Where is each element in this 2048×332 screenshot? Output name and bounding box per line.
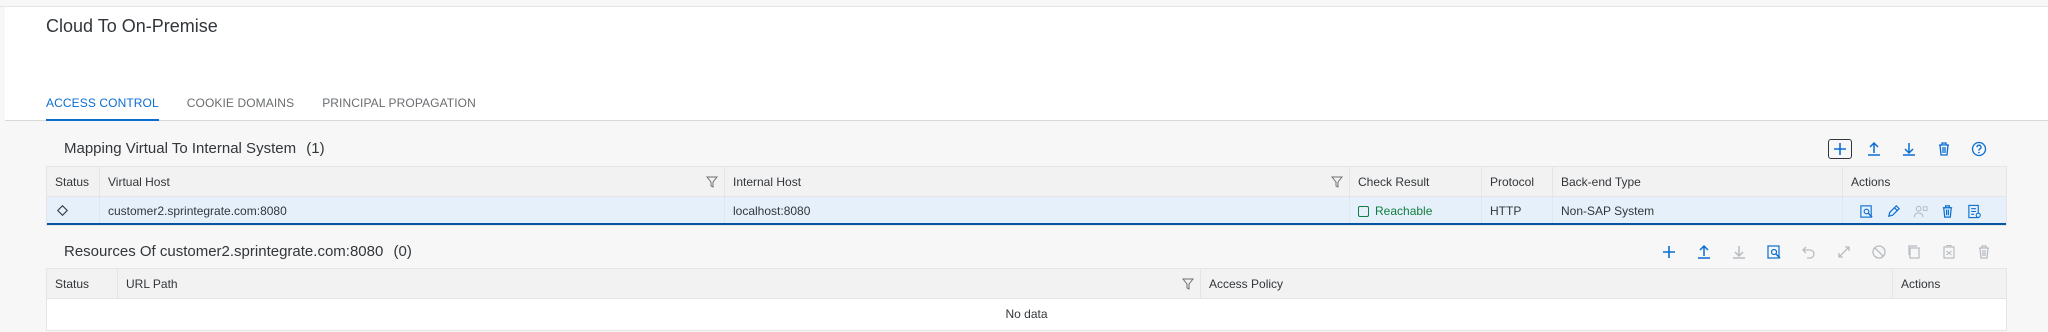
col-internal-host[interactable]: Internal Host bbox=[725, 167, 1350, 196]
edit-button[interactable] bbox=[1884, 202, 1902, 220]
row-status bbox=[47, 197, 100, 223]
mapping-toolbar bbox=[1819, 138, 1992, 160]
delete-icon bbox=[1979, 245, 1989, 259]
mapping-table: Status Virtual Host Internal Host Check … bbox=[46, 166, 2007, 226]
diamond-icon bbox=[57, 205, 68, 216]
page-title: Cloud To On-Premise bbox=[46, 16, 218, 36]
edit-icon bbox=[1887, 204, 1900, 217]
row-check-result: Reachable bbox=[1350, 197, 1482, 223]
col-url-path[interactable]: URL Path bbox=[118, 269, 1201, 298]
expand-icon bbox=[1838, 246, 1850, 258]
help-icon bbox=[1971, 141, 1987, 157]
col-internal-host-label: Internal Host bbox=[733, 175, 802, 189]
delete-row-button[interactable] bbox=[1938, 202, 1956, 220]
disable-button[interactable] bbox=[1866, 241, 1892, 263]
expand-button[interactable] bbox=[1831, 241, 1857, 263]
col-status: Status bbox=[47, 167, 100, 196]
col-virtual-host[interactable]: Virtual Host bbox=[100, 167, 725, 196]
resources-toolbar bbox=[1647, 241, 1997, 263]
export-mapping-button[interactable] bbox=[1896, 138, 1922, 160]
check-availability-button[interactable] bbox=[1857, 202, 1875, 220]
col-actions: Actions bbox=[1851, 175, 1891, 189]
col-virtual-host-label: Virtual Host bbox=[108, 175, 170, 189]
add-mapping-button[interactable] bbox=[1828, 139, 1852, 159]
paste-icon bbox=[1943, 244, 1955, 259]
tab-access-control[interactable]: ACCESS CONTROL bbox=[46, 95, 159, 121]
row-protocol: HTTP bbox=[1482, 197, 1553, 223]
details-button[interactable] bbox=[1965, 202, 1983, 220]
table-row[interactable]: customer2.sprintegrate.com:8080 localhos… bbox=[47, 197, 2006, 225]
check-resources-button[interactable] bbox=[1761, 241, 1787, 263]
add-resource-button[interactable] bbox=[1656, 241, 1682, 263]
check-result-status: Reachable bbox=[1358, 197, 1481, 223]
resources-section-title: Resources Of customer2.sprintegrate.com:… bbox=[64, 243, 412, 260]
resources-table: Status URL Path Access Policy Actions No… bbox=[46, 268, 2007, 331]
add-icon bbox=[1663, 246, 1675, 258]
undo-button[interactable] bbox=[1796, 241, 1822, 263]
principal-propagation-icon bbox=[1913, 205, 1928, 217]
mapping-title: Mapping Virtual To Internal System bbox=[64, 140, 297, 157]
check-result-text: Reachable bbox=[1375, 204, 1433, 218]
copy-icon bbox=[1908, 245, 1920, 259]
details-icon bbox=[1967, 204, 1981, 218]
resources-table-header: Status URL Path Access Policy Actions bbox=[47, 269, 2006, 299]
col-access-policy: Access Policy bbox=[1201, 269, 1893, 298]
delete-mapping-button[interactable] bbox=[1931, 138, 1957, 160]
mapping-section-title: Mapping Virtual To Internal System (1) bbox=[64, 140, 325, 157]
tab-bar: ACCESS CONTROL COOKIE DOMAINS PRINCIPAL … bbox=[46, 95, 504, 121]
filter-icon[interactable] bbox=[1182, 277, 1194, 291]
paste-button[interactable] bbox=[1936, 241, 1962, 263]
check-availability-icon bbox=[1767, 245, 1781, 259]
delete-icon bbox=[1942, 204, 1952, 218]
col-protocol: Protocol bbox=[1482, 167, 1553, 196]
export-resource-button[interactable] bbox=[1726, 241, 1752, 263]
copy-button[interactable] bbox=[1901, 241, 1927, 263]
col-check-result: Check Result bbox=[1350, 167, 1482, 196]
disable-icon bbox=[1872, 245, 1886, 259]
row-internal-host: localhost:8080 bbox=[725, 197, 1350, 223]
help-button[interactable] bbox=[1966, 138, 1992, 160]
import-mapping-button[interactable] bbox=[1861, 138, 1887, 160]
resources-title: Resources Of customer2.sprintegrate.com:… bbox=[64, 243, 384, 260]
mapping-table-header: Status Virtual Host Internal Host Check … bbox=[47, 167, 2006, 197]
delete-icon bbox=[1939, 142, 1949, 156]
no-data-message: No data bbox=[47, 299, 2006, 330]
principal-propagation-button[interactable] bbox=[1911, 202, 1929, 220]
tab-cookie-domains[interactable]: COOKIE DOMAINS bbox=[187, 95, 294, 121]
upload-icon bbox=[1868, 141, 1880, 156]
delete-resource-button[interactable] bbox=[1971, 241, 1997, 263]
page-header: Cloud To On-Premise ACCESS CONTROL COOKI… bbox=[5, 7, 2048, 121]
col-actions: Actions bbox=[1901, 277, 1941, 291]
check-availability-icon bbox=[1859, 204, 1873, 218]
download-icon bbox=[1733, 246, 1745, 259]
resources-count: (0) bbox=[393, 243, 412, 260]
mapping-count: (1) bbox=[306, 140, 325, 157]
download-icon bbox=[1903, 143, 1915, 156]
row-virtual-host: customer2.sprintegrate.com:8080 bbox=[100, 197, 725, 223]
row-backend-type: Non-SAP System bbox=[1553, 197, 1843, 223]
upload-icon bbox=[1698, 244, 1710, 259]
undo-icon bbox=[1802, 246, 1815, 259]
filter-icon[interactable] bbox=[1331, 175, 1343, 189]
col-backend-type: Back-end Type bbox=[1553, 167, 1843, 196]
import-resource-button[interactable] bbox=[1691, 241, 1717, 263]
reachable-icon bbox=[1358, 205, 1369, 217]
filter-icon[interactable] bbox=[706, 175, 718, 189]
add-icon bbox=[1834, 143, 1846, 155]
col-url-path-label: URL Path bbox=[126, 277, 178, 291]
row-actions bbox=[1843, 197, 2006, 223]
tab-principal-propagation[interactable]: PRINCIPAL PROPAGATION bbox=[322, 95, 476, 121]
col-status: Status bbox=[47, 269, 118, 298]
